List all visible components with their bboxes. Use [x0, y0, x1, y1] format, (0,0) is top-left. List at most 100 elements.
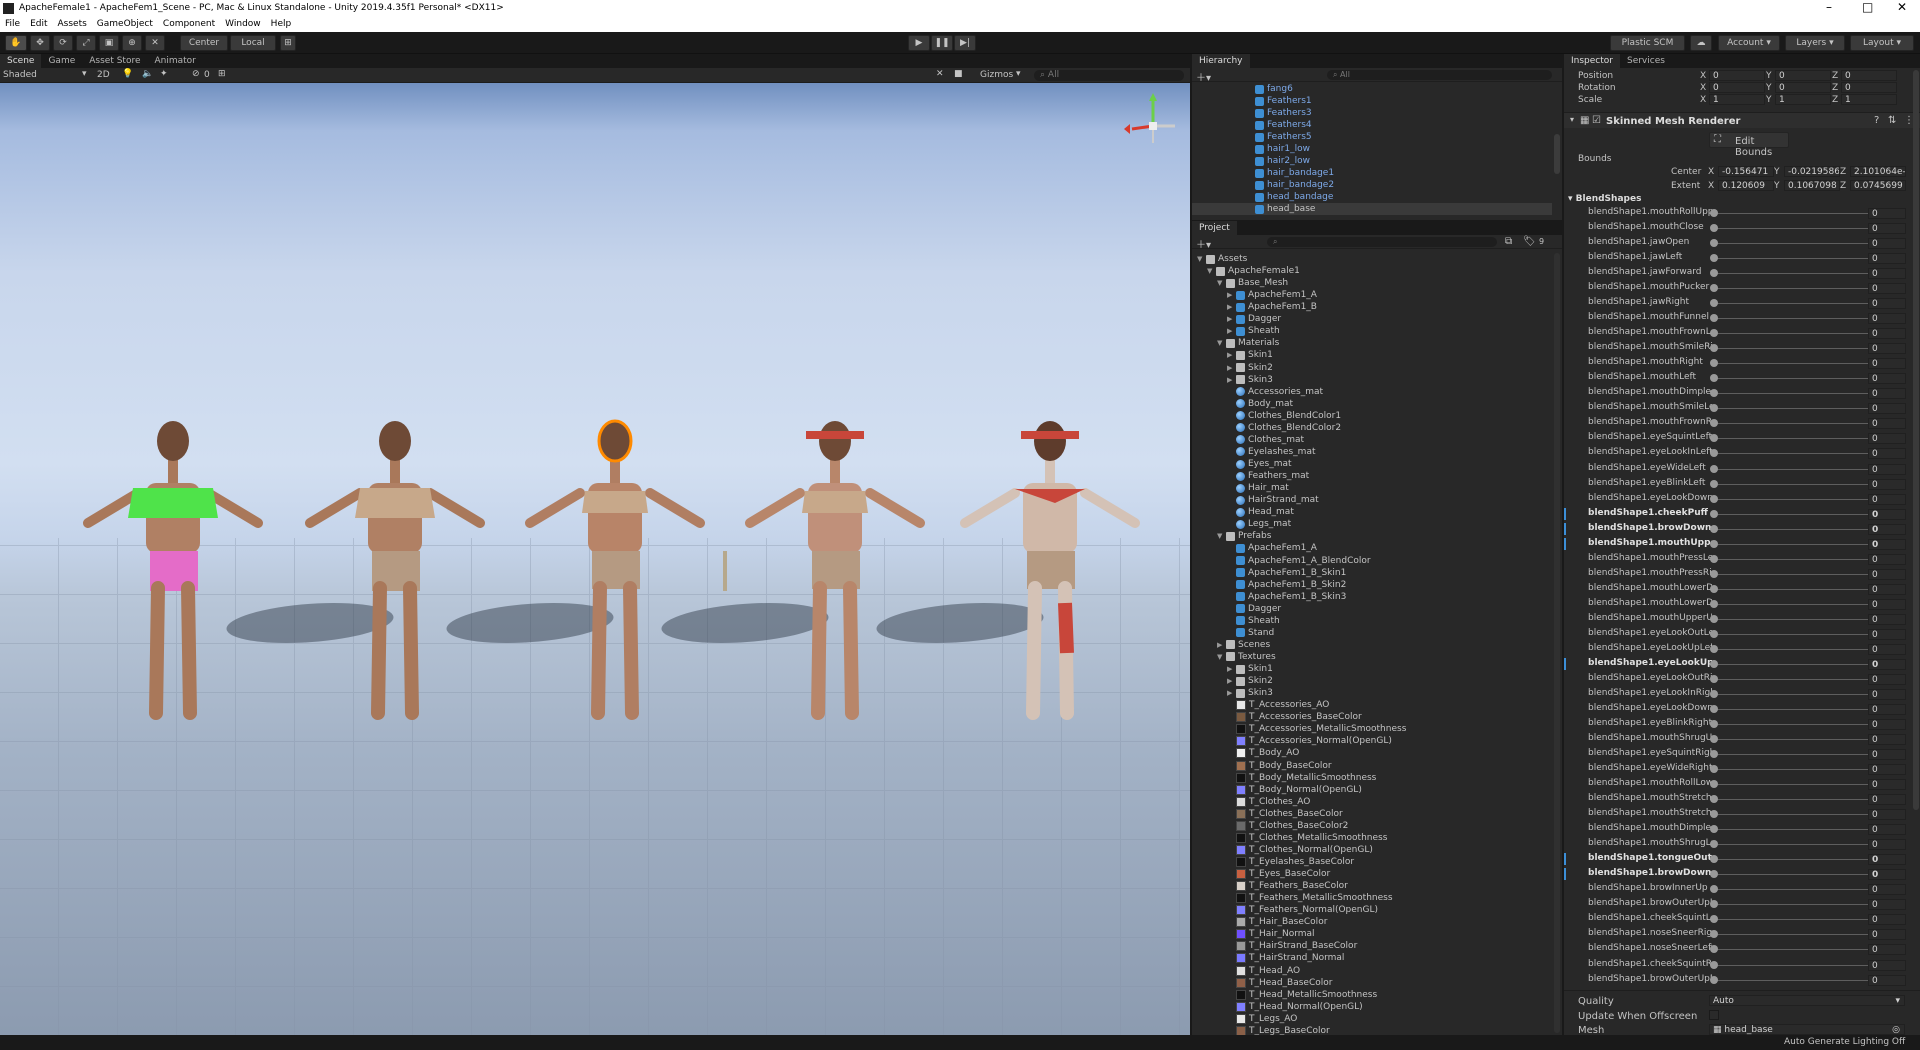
scale-tool-icon[interactable]: ⤢ [76, 35, 96, 51]
blendshape-slider-knob[interactable] [1710, 704, 1718, 713]
project-item[interactable]: HairStrand_mat [1192, 494, 1552, 506]
blendshape-value-field[interactable]: 0 [1868, 328, 1906, 340]
blendshape-value-field[interactable]: 0 [1868, 493, 1906, 505]
project-item[interactable]: T_Accessories_MetallicSmoothness [1192, 723, 1552, 735]
transform-scale-x-field[interactable]: 1 [1709, 94, 1765, 105]
blendshape-value-field[interactable]: 0 [1868, 974, 1906, 986]
tree-toggle-icon[interactable]: ▶ [1227, 315, 1236, 323]
move-tool-icon[interactable]: ✥ [30, 35, 50, 51]
character-5[interactable] [945, 413, 1155, 773]
blendshape-value-field[interactable]: 0 [1868, 448, 1906, 460]
character-3-selected[interactable] [510, 413, 720, 773]
blendshape-slider-knob[interactable] [1710, 780, 1718, 789]
blendshape-slider-track[interactable] [1714, 543, 1878, 545]
blendshape-slider-track[interactable] [1714, 814, 1878, 816]
project-item[interactable]: T_HairStrand_BaseColor [1192, 940, 1552, 952]
blendshape-slider-track[interactable] [1714, 243, 1878, 245]
blendshape-slider-track[interactable] [1714, 934, 1878, 936]
blendshape-slider-track[interactable] [1714, 979, 1878, 981]
blendshape-slider-knob[interactable] [1710, 329, 1718, 338]
project-item[interactable]: Clothes_BlendColor1 [1192, 410, 1552, 422]
step-button[interactable]: ▶| [954, 35, 976, 51]
blendshape-slider-knob[interactable] [1710, 674, 1718, 683]
blendshape-slider-knob[interactable] [1710, 374, 1718, 383]
blendshape-slider-track[interactable] [1714, 363, 1878, 365]
project-item[interactable]: T_Hair_Normal [1192, 928, 1552, 940]
project-item[interactable]: T_Head_MetallicSmoothness [1192, 989, 1552, 1001]
blendshape-slider-track[interactable] [1714, 874, 1878, 876]
blendshape-slider-knob[interactable] [1710, 870, 1718, 879]
project-item[interactable]: ▶ Skin2 [1192, 362, 1552, 374]
project-item[interactable]: T_Clothes_Normal(OpenGL) [1192, 844, 1552, 856]
project-item[interactable]: ▼ Materials [1192, 337, 1552, 349]
filter-label-icon[interactable]: 🏷 [1523, 236, 1536, 247]
blendshape-value-field[interactable]: 0 [1868, 703, 1906, 715]
blendshape-slider-knob[interactable] [1710, 224, 1718, 233]
blendshape-value-field[interactable]: 0 [1868, 824, 1906, 836]
transform-rotation-z-field[interactable]: 0 [1841, 82, 1897, 93]
blendshape-value-field[interactable]: 0 [1868, 268, 1906, 280]
bounds-center-z-field[interactable]: 2.101064e- [1850, 166, 1906, 177]
2d-toggle[interactable]: 2D [97, 70, 110, 80]
blendshape-slider-knob[interactable] [1710, 494, 1718, 503]
tree-toggle-icon[interactable]: ▶ [1227, 689, 1236, 697]
tree-toggle-icon[interactable]: ▼ [1207, 267, 1216, 275]
blendshape-slider-track[interactable] [1714, 498, 1878, 500]
update-offscreen-checkbox[interactable] [1709, 1010, 1719, 1020]
blendshape-value-field[interactable]: 0 [1868, 959, 1906, 971]
menu-component[interactable]: Component [158, 19, 220, 29]
blendshape-value-field[interactable]: 0 [1868, 613, 1906, 625]
blendshape-slider-knob[interactable] [1710, 885, 1718, 894]
inspector-scrollbar[interactable] [1913, 70, 1919, 810]
blendshape-value-field[interactable]: 0 [1868, 223, 1906, 235]
layout-dropdown[interactable]: Layout ▾ [1850, 35, 1914, 51]
project-item[interactable]: ▼ ApacheFemale1 [1192, 265, 1552, 277]
blendshape-value-field[interactable]: 0 [1868, 373, 1906, 385]
tree-toggle-icon[interactable]: ▼ [1217, 279, 1226, 287]
skinned-mesh-renderer-header[interactable]: ▾ ▦ ☑ Skinned Mesh Renderer ? ⇅ ⋮ [1564, 112, 1920, 128]
dagger-model[interactable] [723, 551, 727, 591]
hierarchy-item[interactable]: hair2_low [1192, 155, 1552, 167]
blendshape-value-field[interactable]: 0 [1868, 884, 1906, 896]
blendshape-slider-track[interactable] [1714, 859, 1878, 861]
project-item[interactable]: ▶ Skin3 [1192, 687, 1552, 699]
blendshape-slider-track[interactable] [1714, 333, 1878, 335]
project-item[interactable]: ApacheFem1_B_Skin2 [1192, 579, 1552, 591]
layers-dropdown[interactable]: Layers ▾ [1785, 35, 1845, 51]
hierarchy-item[interactable]: fang6 [1192, 83, 1552, 95]
project-item[interactable]: ▶ ApacheFem1_B [1192, 301, 1552, 313]
hidden-objects-icon[interactable]: ⊘ [192, 69, 200, 79]
menu-help[interactable]: Help [266, 19, 297, 29]
blendshape-slider-track[interactable] [1714, 423, 1878, 425]
blendshape-slider-track[interactable] [1714, 739, 1878, 741]
blendshape-slider-track[interactable] [1714, 348, 1878, 350]
blendshape-value-field[interactable]: 0 [1868, 523, 1906, 535]
blendshape-slider-knob[interactable] [1710, 524, 1718, 533]
blendshape-slider-knob[interactable] [1710, 479, 1718, 488]
lighting-status[interactable]: Auto Generate Lighting Off [1784, 1037, 1905, 1047]
blendshape-value-field[interactable]: 0 [1868, 929, 1906, 941]
rotate-tool-icon[interactable]: ⟳ [53, 35, 73, 51]
blendshape-slider-track[interactable] [1714, 678, 1878, 680]
blendshape-slider-knob[interactable] [1710, 344, 1718, 353]
scene-search-input[interactable]: ⌕ All [1034, 70, 1184, 81]
add-object-icon[interactable]: ＋▾ [1196, 69, 1211, 84]
blendshape-slider-track[interactable] [1714, 378, 1878, 380]
blendshape-value-field[interactable]: 0 [1868, 719, 1906, 731]
project-item[interactable]: T_Accessories_Normal(OpenGL) [1192, 735, 1552, 747]
blendshape-slider-knob[interactable] [1710, 509, 1718, 518]
blendshape-value-field[interactable]: 0 [1868, 433, 1906, 445]
tab-game[interactable]: Game [41, 54, 82, 68]
project-item[interactable]: ▶ Skin1 [1192, 663, 1552, 675]
project-item[interactable]: T_Body_AO [1192, 747, 1552, 759]
blendshape-value-field[interactable]: 0 [1868, 553, 1906, 565]
blendshape-value-field[interactable]: 0 [1868, 358, 1906, 370]
rect-tool-icon[interactable]: ▣ [99, 35, 119, 51]
blendshape-slider-knob[interactable] [1710, 795, 1718, 804]
blendshape-slider-track[interactable] [1714, 228, 1878, 230]
blendshape-slider-knob[interactable] [1710, 900, 1718, 909]
blendshape-value-field[interactable]: 0 [1868, 343, 1906, 355]
quality-dropdown[interactable]: Auto ▾ [1709, 995, 1905, 1006]
project-item[interactable]: Head_mat [1192, 506, 1552, 518]
hierarchy-item[interactable]: hair_bandage2 [1192, 179, 1552, 191]
